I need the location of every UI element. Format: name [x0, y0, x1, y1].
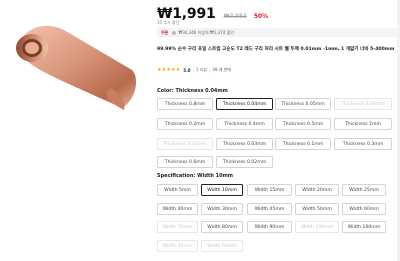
- copper-foil-image: [16, 25, 137, 110]
- width-option[interactable]: Width 90mm: [247, 221, 292, 233]
- sold-count: 48 개 판매: [212, 67, 232, 72]
- review-count[interactable]: 1 리뷰: [196, 67, 207, 73]
- coupon-description: ₩34,346 이상의 ₩1,374 할인: [178, 29, 234, 35]
- width-option[interactable]: Width 60mm: [342, 203, 386, 215]
- width-option[interactable]: Width 5mm: [157, 184, 198, 196]
- width-label: Specification: Width 10mm: [157, 173, 234, 179]
- width-option: Width 60mm: [201, 240, 243, 252]
- coin-icon: [172, 30, 177, 35]
- thickness-option[interactable]: Thickness 0.5mm: [275, 118, 331, 130]
- width-option: Width 40mm: [157, 240, 198, 252]
- rating-row[interactable]: ★★★★★ 5.0 | 1 리뷰 | 48 개 판매: [157, 67, 231, 73]
- thickness-option[interactable]: Thickness 0.2mm: [157, 118, 213, 130]
- width-option[interactable]: Width 45mm: [247, 203, 292, 215]
- thickness-option[interactable]: Thickness 0.8mm: [157, 98, 213, 110]
- thickness-option: Thickness 0.01mm: [157, 138, 213, 150]
- thickness-option[interactable]: Thickness 0.04mm: [216, 98, 273, 110]
- thickness-option[interactable]: Thickness 0.3mm: [334, 138, 392, 150]
- width-option[interactable]: Width 50mm: [295, 203, 339, 215]
- width-option[interactable]: Width 25mm: [342, 184, 386, 196]
- width-option: Width 100mm: [295, 221, 339, 233]
- star-rating-icon: ★★★★★: [157, 67, 181, 73]
- thickness-label: Color: Thickness 0.04mm: [157, 88, 228, 94]
- thickness-option[interactable]: Thickness 0.05mm: [275, 98, 331, 110]
- thickness-option[interactable]: Thickness 0.6mm: [157, 156, 213, 168]
- thickness-option[interactable]: Thickness 0.1mm: [275, 138, 331, 150]
- width-option[interactable]: Width 100mm: [342, 221, 386, 233]
- separator: |: [209, 67, 211, 73]
- coupon-bar[interactable]: 쿠폰 ₩34,346 이상의 ₩1,374 할인: [157, 28, 400, 37]
- rating-value: 5.0: [183, 67, 191, 73]
- width-option[interactable]: Width 30mm: [201, 203, 243, 215]
- thickness-option[interactable]: Thickness 0.02mm: [216, 156, 273, 168]
- width-option: Width 70mm: [157, 221, 198, 233]
- width-option[interactable]: Width 15mm: [247, 184, 292, 196]
- extra-discount-text: 35 추가 할인: [157, 20, 180, 25]
- thickness-option[interactable]: Thickness 0.03mm: [216, 138, 273, 150]
- width-option[interactable]: Width 10mm: [201, 184, 243, 196]
- width-option[interactable]: Width 40mm: [157, 203, 198, 215]
- product-image[interactable]: [0, 0, 152, 261]
- thickness-option[interactable]: Thickness 1mm: [334, 118, 392, 130]
- coupon-text: ₩34,346 이상의 ₩1,374 할인: [172, 30, 234, 36]
- original-price: ₩3,983: [223, 13, 247, 20]
- discount-badge: 50%: [253, 13, 269, 20]
- width-option[interactable]: Width 20mm: [295, 184, 339, 196]
- thickness-option[interactable]: Thickness 0.4mm: [216, 118, 273, 130]
- width-option[interactable]: Width 80mm: [201, 221, 243, 233]
- thickness-option: Thickness 0.08mm: [334, 98, 392, 110]
- product-title: 99.99% 순수 구리 포일 스트립 고순도 T2 레드 구리 처리 시트 쉘…: [157, 47, 395, 52]
- separator: |: [192, 67, 194, 73]
- coupon-tag: 쿠폰: [161, 29, 169, 35]
